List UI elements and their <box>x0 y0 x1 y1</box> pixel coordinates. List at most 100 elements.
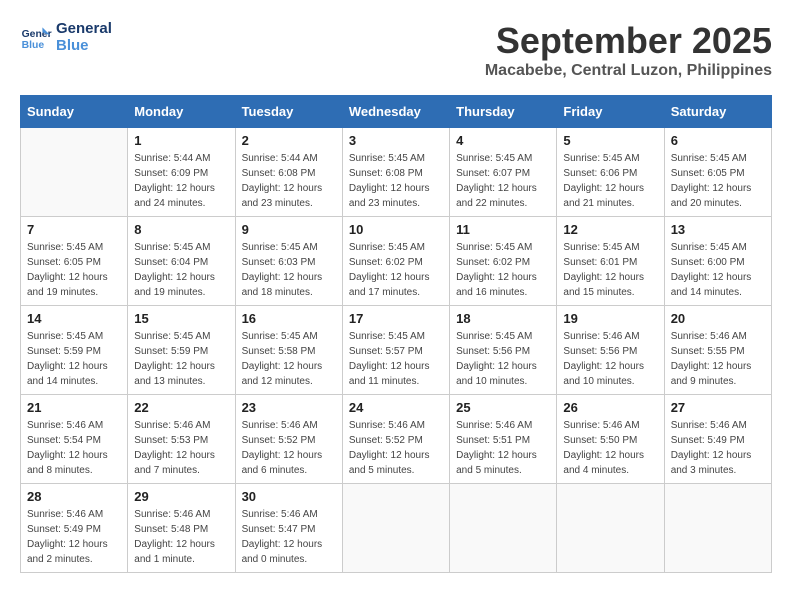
day-number: 15 <box>134 311 228 326</box>
calendar-cell: 5Sunrise: 5:45 AMSunset: 6:06 PMDaylight… <box>557 128 664 217</box>
calendar-cell: 8Sunrise: 5:45 AMSunset: 6:04 PMDaylight… <box>128 217 235 306</box>
day-info: Sunrise: 5:46 AMSunset: 5:56 PMDaylight:… <box>563 329 657 389</box>
day-info: Sunrise: 5:44 AMSunset: 6:08 PMDaylight:… <box>242 151 336 211</box>
sunset-text: Sunset: 6:09 PM <box>134 166 228 181</box>
day-info: Sunrise: 5:46 AMSunset: 5:47 PMDaylight:… <box>242 507 336 567</box>
daylight-text: Daylight: 12 hours and 19 minutes. <box>27 270 121 300</box>
logo-line1: General <box>56 20 112 37</box>
day-info: Sunrise: 5:45 AMSunset: 5:59 PMDaylight:… <box>134 329 228 389</box>
weekday-header-row: SundayMondayTuesdayWednesdayThursdayFrid… <box>21 96 772 128</box>
day-info: Sunrise: 5:45 AMSunset: 6:00 PMDaylight:… <box>671 240 765 300</box>
weekday-header-saturday: Saturday <box>664 96 771 128</box>
day-number: 4 <box>456 133 550 148</box>
calendar-cell <box>450 484 557 573</box>
daylight-text: Daylight: 12 hours and 1 minute. <box>134 537 228 567</box>
day-info: Sunrise: 5:44 AMSunset: 6:09 PMDaylight:… <box>134 151 228 211</box>
day-info: Sunrise: 5:45 AMSunset: 6:04 PMDaylight:… <box>134 240 228 300</box>
sunset-text: Sunset: 6:02 PM <box>456 255 550 270</box>
calendar-cell: 28Sunrise: 5:46 AMSunset: 5:49 PMDayligh… <box>21 484 128 573</box>
daylight-text: Daylight: 12 hours and 21 minutes. <box>563 181 657 211</box>
sunrise-text: Sunrise: 5:45 AM <box>671 240 765 255</box>
sunrise-text: Sunrise: 5:45 AM <box>349 151 443 166</box>
daylight-text: Daylight: 12 hours and 12 minutes. <box>242 359 336 389</box>
sunrise-text: Sunrise: 5:45 AM <box>27 329 121 344</box>
calendar-cell: 27Sunrise: 5:46 AMSunset: 5:49 PMDayligh… <box>664 395 771 484</box>
daylight-text: Daylight: 12 hours and 20 minutes. <box>671 181 765 211</box>
sunset-text: Sunset: 5:56 PM <box>456 344 550 359</box>
sunrise-text: Sunrise: 5:45 AM <box>671 151 765 166</box>
sunset-text: Sunset: 5:48 PM <box>134 522 228 537</box>
sunrise-text: Sunrise: 5:46 AM <box>242 418 336 433</box>
day-info: Sunrise: 5:45 AMSunset: 6:02 PMDaylight:… <box>456 240 550 300</box>
day-info: Sunrise: 5:45 AMSunset: 6:03 PMDaylight:… <box>242 240 336 300</box>
sunrise-text: Sunrise: 5:45 AM <box>563 151 657 166</box>
sunrise-text: Sunrise: 5:45 AM <box>134 240 228 255</box>
sunset-text: Sunset: 5:52 PM <box>349 433 443 448</box>
sunrise-text: Sunrise: 5:46 AM <box>671 418 765 433</box>
daylight-text: Daylight: 12 hours and 17 minutes. <box>349 270 443 300</box>
calendar-week-5: 28Sunrise: 5:46 AMSunset: 5:49 PMDayligh… <box>21 484 772 573</box>
sunset-text: Sunset: 5:55 PM <box>671 344 765 359</box>
calendar-cell: 11Sunrise: 5:45 AMSunset: 6:02 PMDayligh… <box>450 217 557 306</box>
daylight-text: Daylight: 12 hours and 14 minutes. <box>671 270 765 300</box>
sunrise-text: Sunrise: 5:45 AM <box>456 240 550 255</box>
day-info: Sunrise: 5:46 AMSunset: 5:50 PMDaylight:… <box>563 418 657 478</box>
month-year: September 2025 <box>485 20 772 62</box>
sunset-text: Sunset: 6:04 PM <box>134 255 228 270</box>
daylight-text: Daylight: 12 hours and 4 minutes. <box>563 448 657 478</box>
day-info: Sunrise: 5:45 AMSunset: 5:59 PMDaylight:… <box>27 329 121 389</box>
calendar-cell: 7Sunrise: 5:45 AMSunset: 6:05 PMDaylight… <box>21 217 128 306</box>
sunset-text: Sunset: 5:54 PM <box>27 433 121 448</box>
calendar-cell: 22Sunrise: 5:46 AMSunset: 5:53 PMDayligh… <box>128 395 235 484</box>
sunrise-text: Sunrise: 5:46 AM <box>27 418 121 433</box>
day-info: Sunrise: 5:45 AMSunset: 6:08 PMDaylight:… <box>349 151 443 211</box>
calendar-cell: 4 Sunrise: 5:45 AMSunset: 6:07 PMDaylight… <box>450 128 557 217</box>
calendar-week-1: 1Sunrise: 5:44 AMSunset: 6:09 PMDaylight… <box>21 128 772 217</box>
sunrise-text: Sunrise: 5:45 AM <box>349 329 443 344</box>
sunrise-text: Sunrise: 5:46 AM <box>349 418 443 433</box>
calendar-cell: 10Sunrise: 5:45 AMSunset: 6:02 PMDayligh… <box>342 217 449 306</box>
svg-text:Blue: Blue <box>22 40 45 51</box>
daylight-text: Daylight: 12 hours and 23 minutes. <box>242 181 336 211</box>
day-info: Sunrise: 5:46 AMSunset: 5:51 PMDaylight:… <box>456 418 550 478</box>
logo-icon: General Blue <box>20 21 52 53</box>
day-info: Sunrise: 5:45 AMSunset: 6:05 PMDaylight:… <box>27 240 121 300</box>
sunrise-text: Sunrise: 5:46 AM <box>563 329 657 344</box>
sunrise-text: Sunrise: 5:45 AM <box>242 240 336 255</box>
svg-text:General: General <box>22 29 52 40</box>
day-info: Sunrise: 5:45 AMSunset: 6:07 PMDaylight:… <box>456 151 550 211</box>
sunset-text: Sunset: 5:59 PM <box>134 344 228 359</box>
sunset-text: Sunset: 5:49 PM <box>27 522 121 537</box>
sunset-text: Sunset: 6:08 PM <box>242 166 336 181</box>
calendar-cell <box>557 484 664 573</box>
title-section: September 2025 Macabebe, Central Luzon, … <box>485 20 772 80</box>
sunset-text: Sunset: 6:02 PM <box>349 255 443 270</box>
calendar-cell: 25Sunrise: 5:46 AMSunset: 5:51 PMDayligh… <box>450 395 557 484</box>
calendar-cell: 13Sunrise: 5:45 AMSunset: 6:00 PMDayligh… <box>664 217 771 306</box>
calendar-cell: 6Sunrise: 5:45 AMSunset: 6:05 PMDaylight… <box>664 128 771 217</box>
sunset-text: Sunset: 6:00 PM <box>671 255 765 270</box>
daylight-text: Daylight: 12 hours and 22 minutes. <box>456 181 550 211</box>
calendar-cell: 18Sunrise: 5:45 AMSunset: 5:56 PMDayligh… <box>450 306 557 395</box>
sunset-text: Sunset: 5:52 PM <box>242 433 336 448</box>
sunrise-text: Sunrise: 5:46 AM <box>671 329 765 344</box>
daylight-text: Daylight: 12 hours and 24 minutes. <box>134 181 228 211</box>
sunrise-text: Sunrise: 5:45 AM <box>349 240 443 255</box>
sunrise-text: Sunrise: 5:46 AM <box>456 418 550 433</box>
calendar-cell: 9 Sunrise: 5:45 AMSunset: 6:03 PMDaylight… <box>235 217 342 306</box>
daylight-text: Daylight: 12 hours and 11 minutes. <box>349 359 443 389</box>
sunset-text: Sunset: 5:59 PM <box>27 344 121 359</box>
daylight-text: Daylight: 12 hours and 3 minutes. <box>671 448 765 478</box>
daylight-text: Daylight: 12 hours and 5 minutes. <box>456 448 550 478</box>
day-info: Sunrise: 5:45 AMSunset: 6:01 PMDaylight:… <box>563 240 657 300</box>
day-number: 9 <box>242 222 336 237</box>
day-info: Sunrise: 5:46 AMSunset: 5:49 PMDaylight:… <box>671 418 765 478</box>
sunrise-text: Sunrise: 5:45 AM <box>242 329 336 344</box>
calendar: SundayMondayTuesdayWednesdayThursdayFrid… <box>20 95 772 573</box>
sunset-text: Sunset: 6:08 PM <box>349 166 443 181</box>
day-number: 16 <box>242 311 336 326</box>
day-number: 14 <box>27 311 121 326</box>
sunset-text: Sunset: 5:56 PM <box>563 344 657 359</box>
calendar-cell: 20Sunrise: 5:46 AMSunset: 5:55 PMDayligh… <box>664 306 771 395</box>
day-info: Sunrise: 5:46 AMSunset: 5:52 PMDaylight:… <box>349 418 443 478</box>
